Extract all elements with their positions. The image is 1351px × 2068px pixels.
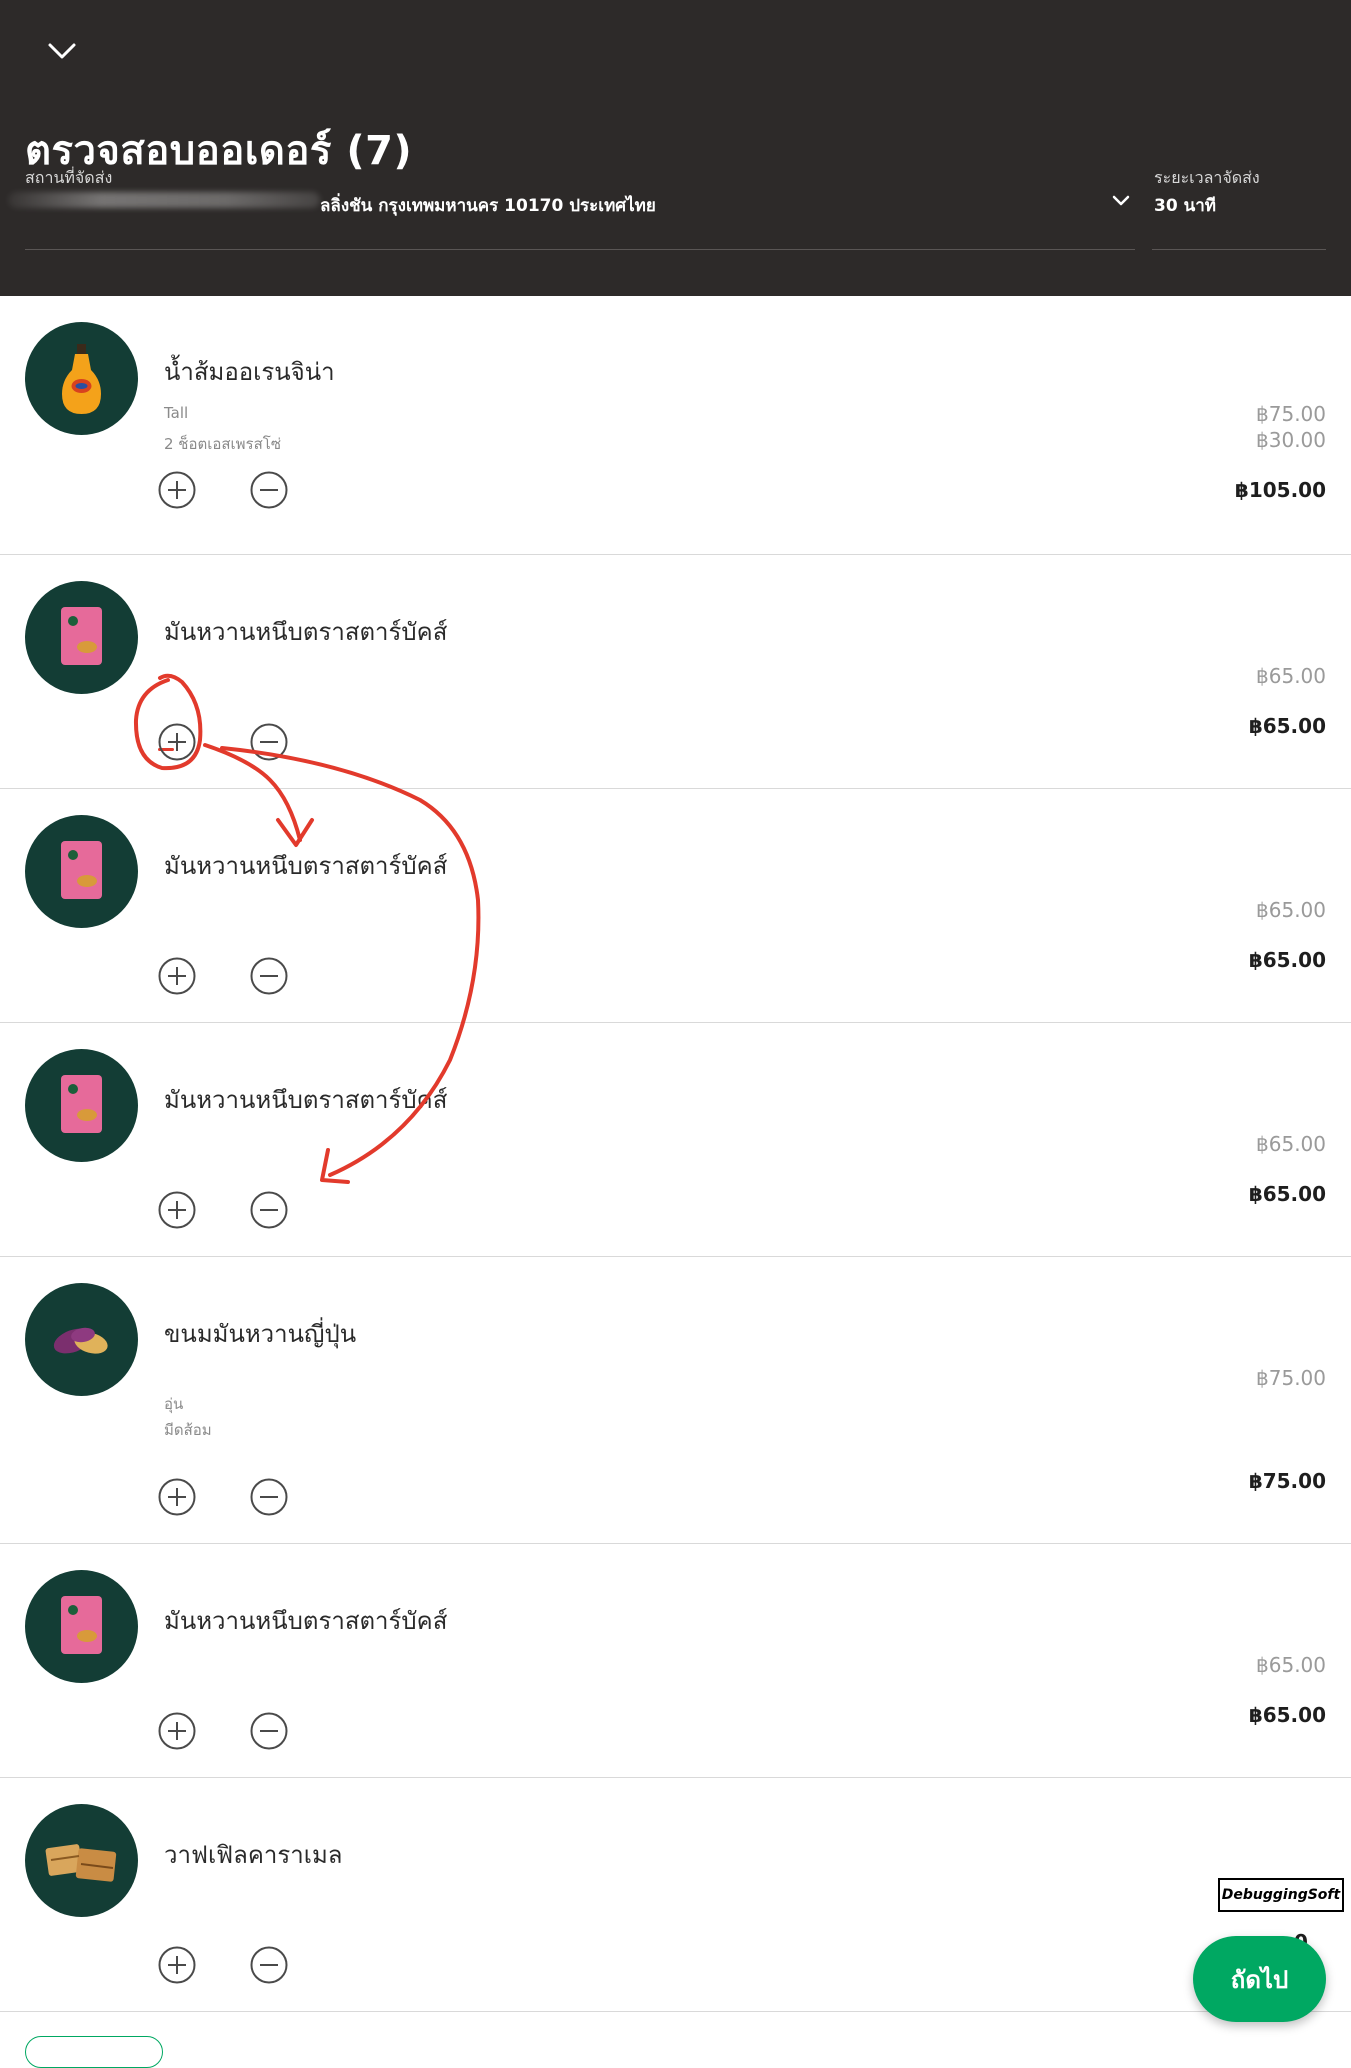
decrease-quantity-button[interactable] bbox=[250, 1191, 288, 1229]
decrease-quantity-button[interactable] bbox=[250, 723, 288, 761]
increase-quantity-button[interactable] bbox=[158, 1478, 196, 1516]
order-review-header: ตรวจสอบออเดอร์ (7) สถานที่จัดส่ง ลลิ่งชั… bbox=[0, 0, 1351, 296]
address-dropdown-chevron-icon[interactable] bbox=[1110, 192, 1132, 210]
item-name: น้ำส้มออเรนจิน่า bbox=[164, 358, 335, 386]
increase-quantity-button[interactable] bbox=[158, 1191, 196, 1229]
sweet-potato-snack-bag-image bbox=[25, 815, 138, 928]
increase-quantity-button[interactable] bbox=[158, 957, 196, 995]
item-base-price: ฿75.00 bbox=[1256, 402, 1326, 426]
item-base-price: ฿65.00 bbox=[1256, 1653, 1326, 1677]
item-name: มันหวานหนึบตราสตาร์บัคส์ bbox=[164, 852, 448, 880]
increase-quantity-button[interactable] bbox=[158, 723, 196, 761]
address-blurred-text bbox=[8, 192, 320, 208]
japanese-sweet-potato-image bbox=[25, 1283, 138, 1396]
item-option: อุ่น bbox=[164, 1395, 184, 1413]
address-underline bbox=[25, 249, 1135, 250]
address-label: สถานที่จัดส่ง bbox=[25, 168, 113, 187]
item-option: มีดส้อม bbox=[164, 1421, 212, 1439]
address-value[interactable]: ลลิ่งชัน กรุงเทพมหานคร 10170 ประเทศไทย bbox=[320, 192, 656, 219]
item-base-price: ฿65.00 bbox=[1256, 898, 1326, 922]
order-item: น้ำส้มออเรนจิน่า Tall 2 ช็อตเอสเพรสโซ่ ฿… bbox=[0, 296, 1351, 751]
order-item: วาฟเฟิลคาราเมล bbox=[0, 1777, 1351, 2012]
item-total-price: ฿105.00 bbox=[1234, 478, 1326, 502]
item-base-price: ฿75.00 bbox=[1256, 1366, 1326, 1390]
item-total-price: ฿65.00 bbox=[1248, 1182, 1326, 1206]
item-base-price: ฿65.00 bbox=[1256, 1132, 1326, 1156]
increase-quantity-button[interactable] bbox=[158, 471, 196, 509]
order-item: มันหวานหนึบตราสตาร์บัคส์ ฿65.00 ฿65.00 bbox=[0, 554, 1351, 789]
watermark-logo: DebuggingSoft bbox=[1218, 1878, 1344, 1912]
item-total-price: ฿65.00 bbox=[1248, 1703, 1326, 1727]
order-item: มันหวานหนึบตราสตาร์บัคส์ ฿65.00 ฿65.00 bbox=[0, 1543, 1351, 1778]
item-addon-price: ฿30.00 bbox=[1256, 428, 1326, 452]
item-name: ขนมมันหวานญี่ปุ่น bbox=[164, 1320, 357, 1348]
item-total-price: ฿75.00 bbox=[1248, 1469, 1326, 1493]
item-name: มันหวานหนึบตราสตาร์บัคส์ bbox=[164, 1607, 448, 1635]
item-total-price: ฿65.00 bbox=[1248, 714, 1326, 738]
increase-quantity-button[interactable] bbox=[158, 1946, 196, 1984]
order-item: มันหวานหนึบตราสตาร์บัคส์ ฿65.00 ฿65.00 bbox=[0, 1022, 1351, 1257]
caramel-waffle-image bbox=[25, 1804, 138, 1917]
sweet-potato-snack-bag-image bbox=[25, 1570, 138, 1683]
item-name: มันหวานหนึบตราสตาร์บัคส์ bbox=[164, 1086, 448, 1114]
delivery-time-label: ระยะเวลาจัดส่ง bbox=[1154, 168, 1260, 187]
item-total-price: ฿65.00 bbox=[1248, 948, 1326, 972]
item-option: 2 ช็อตเอสเพรสโซ่ bbox=[164, 435, 281, 453]
bottom-partial-button[interactable] bbox=[25, 2036, 163, 2068]
item-option: Tall bbox=[164, 404, 189, 422]
item-name: วาฟเฟิลคาราเมล bbox=[164, 1841, 343, 1869]
order-item: ขนมมันหวานญี่ปุ่น อุ่น มีดส้อม ฿75.00 ฿7… bbox=[0, 1256, 1351, 1544]
decrease-quantity-button[interactable] bbox=[250, 1946, 288, 1984]
collapse-chevron-icon[interactable] bbox=[44, 36, 80, 66]
order-item: มันหวานหนึบตราสตาร์บัคส์ ฿65.00 ฿65.00 bbox=[0, 788, 1351, 1023]
item-base-price: ฿65.00 bbox=[1256, 664, 1326, 688]
decrease-quantity-button[interactable] bbox=[250, 1478, 288, 1516]
delivery-time-value: 30 นาที bbox=[1154, 196, 1216, 216]
decrease-quantity-button[interactable] bbox=[250, 1712, 288, 1750]
next-button[interactable]: ถัดไป bbox=[1193, 1936, 1326, 2022]
sweet-potato-snack-bag-image bbox=[25, 1049, 138, 1162]
orange-juice-bottle-image bbox=[25, 322, 138, 435]
item-name: มันหวานหนึบตราสตาร์บัคส์ bbox=[164, 618, 448, 646]
delivery-time-underline bbox=[1152, 249, 1326, 250]
increase-quantity-button[interactable] bbox=[158, 1712, 196, 1750]
decrease-quantity-button[interactable] bbox=[250, 471, 288, 509]
decrease-quantity-button[interactable] bbox=[250, 957, 288, 995]
sweet-potato-snack-bag-image bbox=[25, 581, 138, 694]
